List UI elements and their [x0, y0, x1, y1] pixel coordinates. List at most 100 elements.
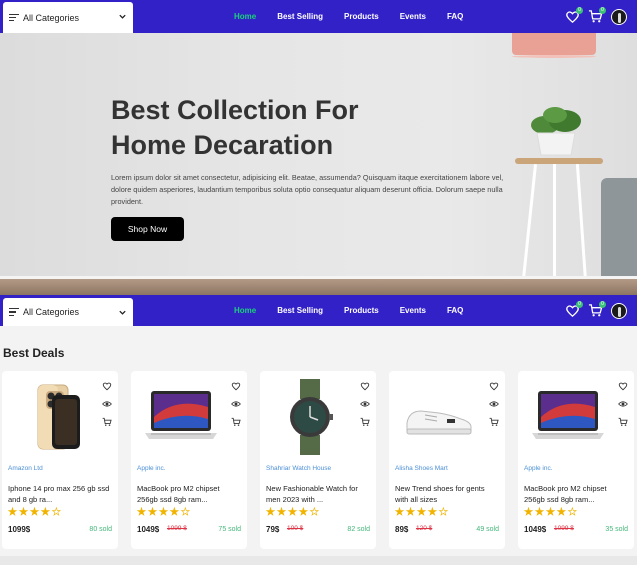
- cart-button[interactable]: 0: [588, 301, 606, 318]
- wishlist-button[interactable]: 0: [565, 301, 583, 318]
- rating-stars: ★ ★ ★ ★ ★: [524, 507, 578, 518]
- avatar[interactable]: [611, 8, 627, 25]
- shop-name[interactable]: Shahriar Watch House: [266, 465, 331, 472]
- eye-icon[interactable]: [102, 399, 112, 409]
- avatar[interactable]: [611, 302, 627, 319]
- card-actions: [618, 381, 628, 427]
- product-name[interactable]: Iphone 14 pro max 256 gb ssd and 8 gb ra…: [8, 483, 112, 505]
- shop-name[interactable]: Apple inc.: [137, 465, 166, 472]
- cart-icon[interactable]: [102, 417, 112, 427]
- table-leg: [521, 164, 538, 279]
- product-name[interactable]: New Trend shoes for gents with all sizes: [395, 483, 499, 505]
- cart-icon[interactable]: [489, 417, 499, 427]
- categories-dropdown[interactable]: All Categories: [3, 298, 133, 326]
- product-card[interactable]: Alisha Shoes Mart New Trend shoes for gen…: [389, 371, 505, 549]
- star-icon: ★: [276, 507, 287, 518]
- eye-icon[interactable]: [231, 399, 241, 409]
- hero-title-line2: Home Decaration: [111, 130, 334, 160]
- product-name[interactable]: New Fashionable Watch for men 2023 with …: [266, 483, 370, 505]
- nav-link-products[interactable]: Products: [344, 306, 379, 315]
- product-image[interactable]: [270, 377, 350, 457]
- heart-icon[interactable]: [618, 381, 628, 391]
- menu-icon: [9, 308, 19, 316]
- categories-label: All Categories: [23, 12, 80, 23]
- nav-link-faq[interactable]: FAQ: [447, 306, 463, 315]
- sold-count: 75 sold: [218, 526, 241, 533]
- best-deals-title: Best Deals: [3, 346, 65, 360]
- star-icon: ★: [534, 507, 545, 518]
- star-icon: ★: [298, 507, 309, 518]
- nav-link-events[interactable]: Events: [400, 306, 426, 315]
- hero-title: Best Collection For Home Decaration: [111, 93, 411, 163]
- cart-icon[interactable]: [231, 417, 241, 427]
- rating-stars: ★ ★ ★ ★ ★: [395, 507, 449, 518]
- cart-icon[interactable]: [360, 417, 370, 427]
- heart-icon[interactable]: [231, 381, 241, 391]
- product-name[interactable]: MacBook pro M2 chipset 256gb ssd 8gb ram…: [137, 483, 241, 505]
- cart-icon[interactable]: [618, 417, 628, 427]
- product-card[interactable]: Apple inc. MacBook pro M2 chipset 256gb s…: [518, 371, 634, 549]
- star-icon: ★: [438, 507, 449, 518]
- star-icon: ★: [395, 507, 405, 518]
- star-icon: ★: [18, 507, 29, 518]
- nav-links: Home Best Selling Products Events FAQ: [234, 0, 484, 33]
- nav-link-home[interactable]: Home: [234, 306, 256, 315]
- rating-stars: ★ ★ ★ ★ ★: [137, 507, 190, 518]
- eye-icon[interactable]: [360, 399, 370, 409]
- product-image[interactable]: [141, 377, 221, 457]
- star-icon: ★: [147, 507, 158, 518]
- star-icon: ★: [556, 507, 567, 518]
- product-price: 89$: [395, 525, 409, 534]
- product-image[interactable]: [12, 377, 92, 457]
- shop-now-button[interactable]: Shop Now: [111, 217, 184, 241]
- heart-icon[interactable]: [102, 381, 112, 391]
- star-icon: ★: [51, 507, 62, 518]
- product-price: 1049$: [137, 525, 160, 534]
- nav-link-faq[interactable]: FAQ: [447, 12, 463, 21]
- product-image[interactable]: [399, 377, 479, 457]
- heart-icon[interactable]: [489, 381, 499, 391]
- nav-link-events[interactable]: Events: [400, 12, 426, 21]
- product-card[interactable]: Apple inc. MacBook pro M2 chipset 256gb s…: [131, 371, 247, 549]
- product-name[interactable]: MacBook pro M2 chipset 256gb ssd 8gb ram…: [524, 483, 628, 505]
- nav-link-home[interactable]: Home: [234, 12, 256, 21]
- old-price: 1099 $: [167, 525, 187, 532]
- shop-name[interactable]: Amazon Ltd: [8, 465, 43, 472]
- star-icon: ★: [29, 507, 40, 518]
- product-card[interactable]: Shahriar Watch House New Fashionable Watc…: [260, 371, 376, 549]
- categories-dropdown[interactable]: All Categories: [3, 2, 133, 33]
- eye-icon[interactable]: [618, 399, 628, 409]
- sold-count: 82 sold: [347, 526, 370, 533]
- table-leg: [553, 164, 556, 284]
- eye-icon[interactable]: [489, 399, 499, 409]
- lamp-decoration: [512, 33, 596, 58]
- nav-link-products[interactable]: Products: [344, 12, 379, 21]
- product-price: 1099$: [8, 525, 31, 534]
- star-icon: ★: [309, 507, 320, 518]
- sofa-decoration: [601, 178, 637, 283]
- shop-name[interactable]: Apple inc.: [524, 465, 553, 472]
- nav-links: Home Best Selling Products Events FAQ: [234, 295, 484, 326]
- nav-icons: 0 0: [565, 0, 627, 33]
- product-image[interactable]: [528, 377, 608, 457]
- heart-icon[interactable]: [360, 381, 370, 391]
- star-icon: ★: [524, 507, 534, 518]
- product-card[interactable]: Amazon Ltd Iphone 14 pro max 256 gb ssd a…: [2, 371, 118, 549]
- wishlist-button[interactable]: 0: [565, 7, 583, 24]
- star-icon: ★: [567, 507, 578, 518]
- card-actions: [231, 381, 241, 427]
- rating-stars: ★ ★ ★ ★ ★: [266, 507, 320, 518]
- card-actions: [489, 381, 499, 427]
- nav-link-best-selling[interactable]: Best Selling: [277, 306, 323, 315]
- product-price: 79$: [266, 525, 280, 534]
- rating-stars: ★ ★ ★ ★ ★: [8, 507, 62, 518]
- menu-icon: [9, 13, 19, 22]
- chevron-down-icon: [119, 14, 126, 19]
- shop-name[interactable]: Alisha Shoes Mart: [395, 465, 448, 472]
- star-icon: ★: [287, 507, 298, 518]
- cart-button[interactable]: 0: [588, 7, 606, 24]
- card-actions: [360, 381, 370, 427]
- top-navbar: All Categories Home Best Selling Product…: [0, 0, 637, 33]
- nav-link-best-selling[interactable]: Best Selling: [277, 12, 323, 21]
- star-icon: ★: [158, 507, 169, 518]
